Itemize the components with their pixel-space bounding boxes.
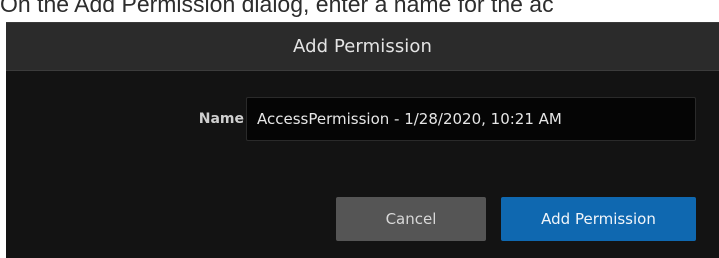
add-permission-button[interactable]: Add Permission (501, 197, 696, 241)
name-label: Name (198, 111, 244, 127)
dialog-header: Add Permission (6, 23, 719, 71)
name-form-row: Name * (6, 97, 719, 141)
add-permission-dialog: Add Permission Name * Cancel Add Permiss… (6, 22, 719, 258)
cancel-button[interactable]: Cancel (336, 197, 486, 241)
instruction-text: On the Add Permission dialog, enter a na… (0, 0, 554, 17)
page: On the Add Permission dialog, enter a na… (0, 0, 719, 258)
dialog-title: Add Permission (292, 36, 433, 57)
name-input[interactable] (246, 97, 696, 141)
